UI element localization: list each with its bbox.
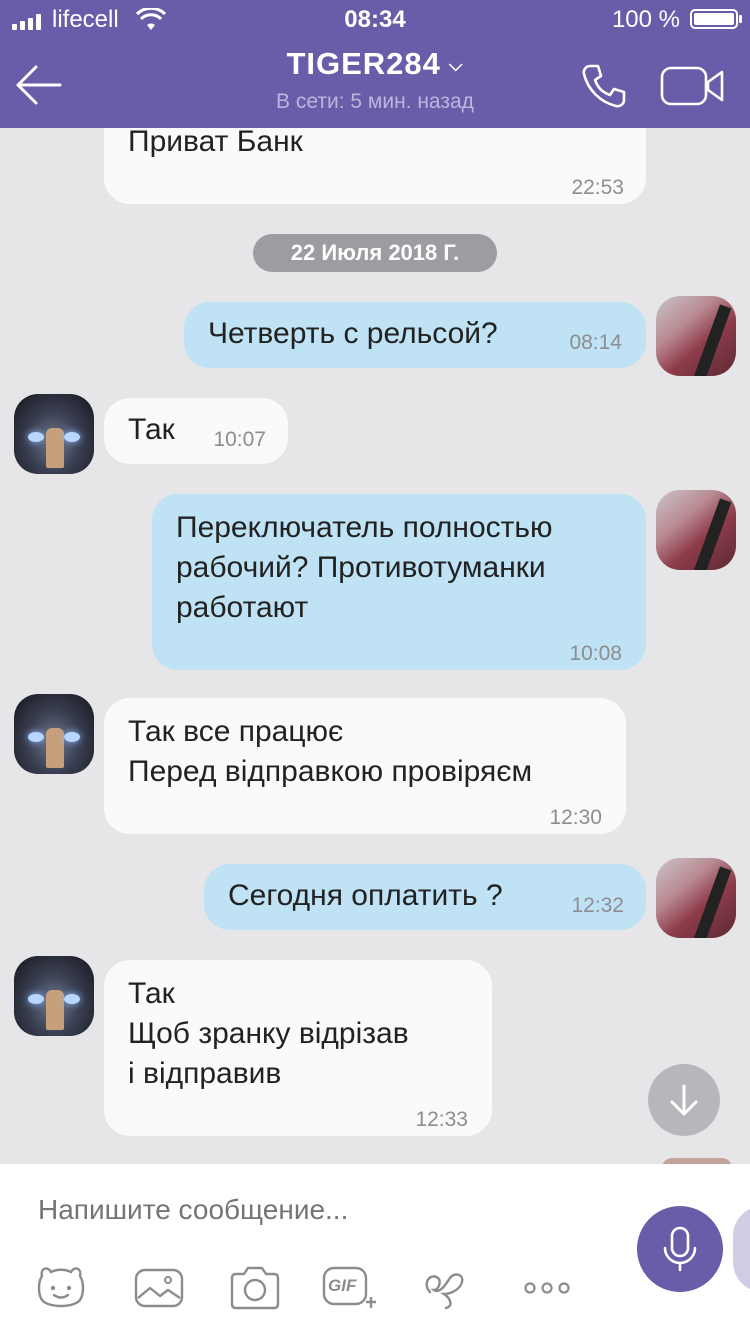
more-icon[interactable] [520, 1264, 574, 1312]
message-text: Щоб зранку відрізав [128, 1017, 409, 1050]
message-text: Четверть с рельсой? [208, 317, 498, 350]
message-time: 08:14 [569, 331, 622, 354]
message-bubble-incoming[interactable]: Так все працює Перед відправкою провіряє… [104, 698, 626, 834]
contact-name-button[interactable]: TIGER284 ⌵ [0, 46, 750, 82]
camera-icon[interactable] [228, 1264, 282, 1312]
message-bubble-outgoing[interactable]: Переключатель полностью рабочий? Противо… [152, 494, 646, 670]
date-separator: 22 Июля 2018 Г. [253, 234, 497, 272]
doodle-icon[interactable] [420, 1264, 474, 1312]
message-bubble-incoming[interactable]: Приват Банк 22:53 [104, 128, 646, 204]
battery-icon [690, 9, 742, 29]
message-bubble-outgoing[interactable]: Четверть с рельсой? 08:14 [184, 302, 646, 368]
chat-header: TIGER284 ⌵ В сети: 5 мин. назад [0, 40, 750, 128]
message-time: 10:08 [569, 642, 622, 665]
message-text: Так [128, 977, 175, 1010]
contact-avatar[interactable] [14, 694, 94, 774]
message-time: 10:07 [213, 428, 266, 451]
message-text: работают [176, 591, 309, 624]
contact-avatar[interactable] [14, 956, 94, 1036]
message-bubble-outgoing[interactable]: Сегодня оплатить ? 12:32 [204, 864, 646, 930]
gif-label: GIF [328, 1276, 357, 1295]
image-icon[interactable] [132, 1264, 186, 1312]
last-seen-status: В сети: 5 мин. назад [276, 90, 474, 113]
phone-icon[interactable] [580, 62, 628, 110]
scroll-to-bottom-button[interactable] [648, 1064, 720, 1136]
message-text: і відправив [128, 1057, 282, 1090]
my-avatar[interactable] [656, 296, 736, 376]
video-camera-icon[interactable] [660, 66, 726, 106]
chevron-down-icon: ⌵ [448, 55, 464, 76]
message-bubble-incoming[interactable]: Так 10:07 [104, 398, 288, 464]
my-avatar[interactable] [656, 858, 736, 938]
contact-name: TIGER284 [286, 46, 441, 81]
microphone-button[interactable] [637, 1206, 723, 1292]
message-time: 22:53 [571, 176, 624, 199]
arrow-down-icon [670, 1084, 698, 1116]
message-time: 12:33 [415, 1108, 468, 1131]
message-text: Перед відправкою провіряєм [128, 755, 533, 788]
message-text: Так [128, 413, 175, 446]
message-text: рабочий? Противотуманки [176, 551, 546, 584]
sticker-icon[interactable] [34, 1264, 88, 1312]
message-list[interactable]: Приват Банк 22:53 22 Июля 2018 Г. Четвер… [0, 128, 750, 1164]
gif-icon[interactable]: GIF [322, 1264, 376, 1312]
microphone-icon [663, 1226, 697, 1272]
message-text: Переключатель полностью [176, 511, 553, 544]
message-text: Так все працює [128, 715, 344, 748]
message-text: Сегодня оплатить ? [228, 879, 503, 912]
message-time: 12:30 [549, 806, 602, 829]
contact-avatar[interactable] [14, 394, 94, 474]
status-bar: lifecell 08:34 100 % [0, 0, 750, 40]
message-bubble-incoming[interactable]: Так Щоб зранку відрізав і відправив 12:3… [104, 960, 492, 1136]
battery-percent: 100 % [611, 6, 680, 33]
message-time: 12:32 [571, 894, 624, 917]
message-composer: GIF [0, 1164, 750, 1334]
message-input[interactable] [38, 1190, 618, 1230]
my-avatar[interactable] [656, 490, 736, 570]
send-button-partial [733, 1206, 750, 1292]
message-text: Приват Банк [128, 128, 303, 158]
